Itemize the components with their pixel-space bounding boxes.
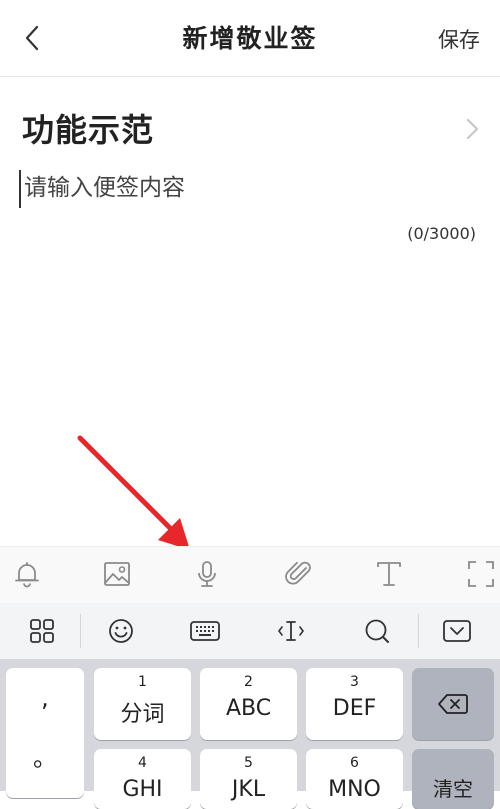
clear-key[interactable]: 清空: [412, 749, 494, 809]
cursor-move-button[interactable]: [266, 603, 316, 659]
reminder-button[interactable]: [2, 546, 52, 602]
back-button[interactable]: [14, 18, 50, 58]
voice-input-button[interactable]: [182, 546, 232, 602]
nav-header: [0, 0, 500, 77]
key-number: 4: [138, 755, 147, 771]
note-content-input[interactable]: [24, 168, 464, 208]
grid-icon: [30, 619, 54, 643]
save-button[interactable]: 保存: [438, 22, 480, 58]
key-5-jkl[interactable]: 5 JKL: [200, 749, 297, 809]
chevron-left-icon: [25, 25, 39, 51]
key-label: MNO: [328, 777, 381, 802]
ime-divider: [418, 614, 419, 648]
key-number: 6: [350, 755, 359, 771]
ime-function-bar: [0, 603, 500, 659]
key-comma[interactable]: ,: [7, 684, 83, 712]
key-1-segment[interactable]: 1 分词: [94, 668, 191, 740]
insert-image-button[interactable]: [92, 546, 142, 602]
emoji-icon: [109, 619, 133, 643]
hide-keyboard-button[interactable]: [432, 603, 482, 659]
text-caret: [19, 170, 21, 208]
key-label: DEF: [332, 696, 377, 721]
backspace-icon: [438, 694, 468, 714]
key-3-def[interactable]: 3 DEF: [306, 668, 403, 740]
keyboard-switch-button[interactable]: [180, 603, 230, 659]
annotation-arrow-icon: [77, 435, 190, 550]
key-label: JKL: [231, 777, 266, 802]
keyboard-icon: [190, 621, 220, 641]
attachment-button[interactable]: [274, 546, 324, 602]
key-number: 1: [138, 674, 147, 690]
bell-icon: [15, 562, 39, 588]
text-format-button[interactable]: [364, 546, 414, 602]
backspace-key[interactable]: [412, 668, 494, 740]
microphone-icon: [198, 561, 216, 587]
search-icon: [365, 619, 389, 643]
ime-menu-button[interactable]: [17, 603, 67, 659]
fullscreen-button[interactable]: [456, 546, 500, 602]
emoji-button[interactable]: [96, 603, 146, 659]
cursor-move-icon: [278, 621, 304, 641]
key-label: 清空: [433, 777, 473, 801]
fullscreen-icon: [468, 561, 494, 587]
key-number: 5: [244, 755, 253, 771]
character-counter: (0/3000): [407, 224, 476, 243]
image-icon: [104, 562, 130, 586]
key-period[interactable]: 。: [7, 738, 83, 773]
key-number: 2: [244, 674, 253, 690]
text-format-icon: [377, 562, 401, 586]
key-6-mno[interactable]: 6 MNO: [306, 749, 403, 809]
ime-divider: [80, 614, 81, 648]
key-4-ghi[interactable]: 4 GHI: [94, 749, 191, 809]
paperclip-icon: [285, 561, 311, 585]
key-2-abc[interactable]: 2 ABC: [200, 668, 297, 740]
key-label: ABC: [225, 696, 272, 721]
key-label: 分词: [120, 702, 165, 727]
chevron-right-icon: [466, 118, 479, 140]
category-selector[interactable]: [460, 114, 486, 144]
editor-toolbar: [0, 546, 500, 604]
category-label[interactable]: 功能示范: [22, 106, 154, 154]
keyboard-hide-icon: [443, 620, 471, 642]
key-label: GHI: [122, 777, 163, 802]
key-number: 3: [350, 674, 359, 690]
search-button[interactable]: [352, 603, 402, 659]
